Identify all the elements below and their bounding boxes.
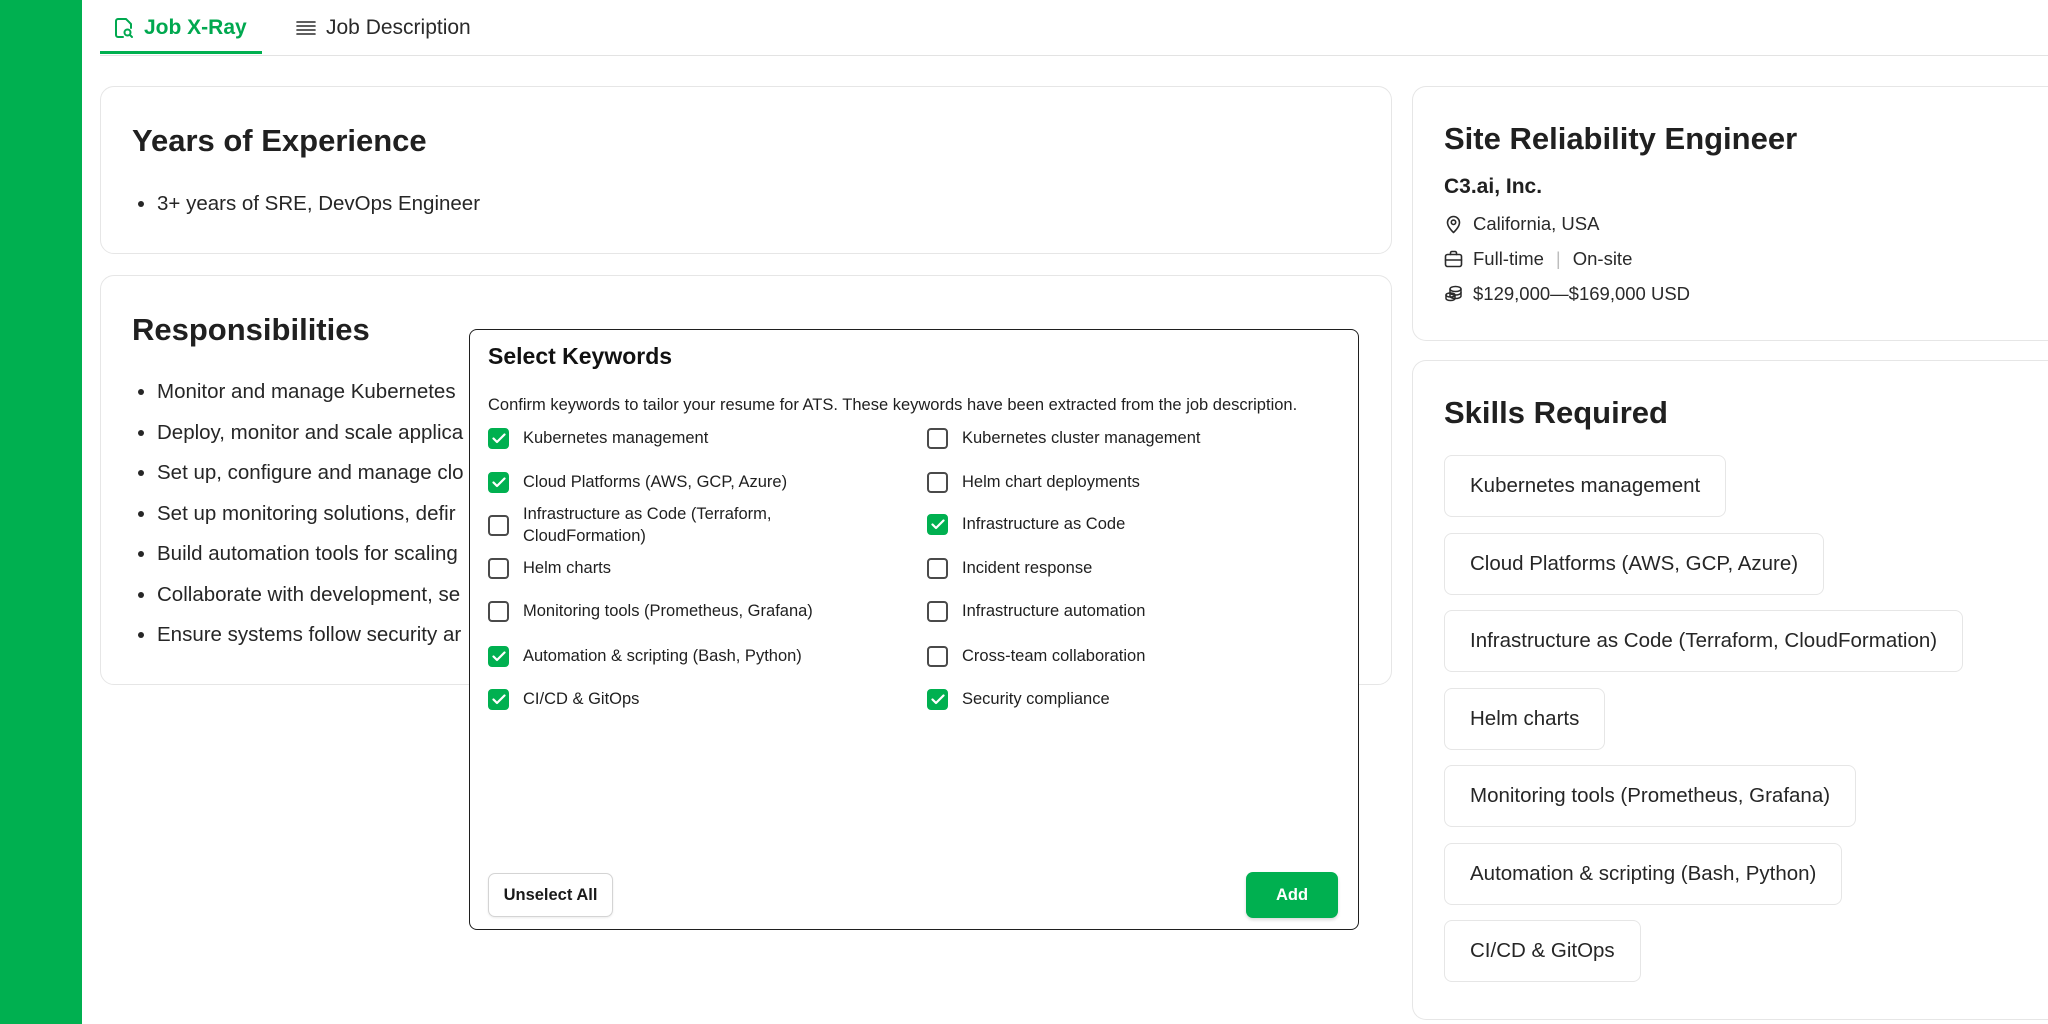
employment-type-text: Full-time (1473, 248, 1544, 269)
list-lines-icon (296, 20, 316, 36)
tab-bar: Job X-Ray Job Description (100, 0, 2048, 56)
experience-card: Years of Experience 3+ years of SRE, Dev… (100, 86, 1392, 254)
checkbox-unchecked-icon[interactable] (927, 427, 948, 449)
keyword-label: Infrastructure as Code (962, 515, 1126, 533)
experience-list: 3+ years of SRE, DevOps Engineer (132, 191, 480, 232)
location-pin-icon (1444, 214, 1463, 234)
work-mode-text: On-site (1572, 248, 1633, 269)
skill-chip: Infrastructure as Code (Terraform, Cloud… (1444, 610, 1964, 672)
checkbox-unchecked-icon[interactable] (488, 514, 509, 536)
skill-chip: Cloud Platforms (AWS, GCP, Azure) (1444, 532, 1825, 595)
keyword-checkbox-item[interactable]: Kubernetes management (488, 427, 708, 449)
skills-card: Skills Required Kubernetes management Cl… (1412, 360, 2048, 1020)
unselect-all-button[interactable]: Unselect All (488, 873, 613, 917)
checkbox-unchecked-icon[interactable] (488, 600, 509, 622)
keyword-checkbox-item[interactable]: Infrastructure as Code (Terraform, Cloud… (488, 503, 818, 547)
job-type: Full-time | On-site (1444, 248, 1632, 270)
keyword-checkbox-item[interactable]: Monitoring tools (Prometheus, Grafana) (488, 600, 813, 622)
list-item: Ensure systems follow security ar (132, 622, 464, 663)
keyword-label: Security compliance (962, 690, 1110, 708)
skill-chip: CI/CD & GitOps (1444, 920, 1641, 982)
briefcase-icon (1444, 250, 1463, 268)
checkbox-unchecked-icon[interactable] (927, 557, 948, 579)
keyword-checkbox-item[interactable]: Automation & scripting (Bash, Python) (488, 645, 802, 667)
keyword-label: Infrastructure automation (962, 602, 1146, 620)
skills-list: Kubernetes management Cloud Platforms (A… (1444, 455, 1964, 998)
list-item: Monitor and manage Kubernetes (132, 379, 464, 420)
keyword-checkbox-item[interactable]: Infrastructure automation (927, 600, 1145, 622)
list-item: Set up, configure and manage clo (132, 460, 464, 501)
checkbox-unchecked-icon[interactable] (927, 471, 948, 493)
keyword-label: Cross-team collaboration (962, 647, 1146, 665)
checkbox-checked-icon[interactable] (927, 513, 948, 535)
keyword-label: Incident response (962, 559, 1093, 577)
keyword-checkbox-item[interactable]: CI/CD & GitOps (488, 688, 639, 710)
list-item: Collaborate with development, se (132, 582, 464, 623)
list-item: Deploy, monitor and scale applica (132, 420, 464, 461)
skills-title: Skills Required (1444, 395, 1668, 430)
tab-job-description-label: Job Description (326, 15, 471, 39)
responsibilities-title: Responsibilities (132, 312, 370, 347)
skill-chip: Automation & scripting (Bash, Python) (1444, 842, 1843, 905)
dialog-description: Confirm keywords to tailor your resume f… (488, 396, 1298, 414)
keyword-checkbox-item[interactable]: Security compliance (927, 688, 1110, 710)
experience-title: Years of Experience (132, 123, 427, 158)
keyword-label: Cloud Platforms (AWS, GCP, Azure) (523, 473, 788, 491)
job-title: Site Reliability Engineer (1444, 121, 1798, 156)
tab-job-xray-label: Job X-Ray (144, 15, 247, 39)
add-button[interactable]: Add (1246, 872, 1338, 918)
checkbox-unchecked-icon[interactable] (927, 600, 948, 622)
checkbox-unchecked-icon[interactable] (488, 557, 509, 579)
company-name: C3.ai, Inc. (1444, 175, 1543, 198)
keyword-checkbox-item[interactable]: Kubernetes cluster management (927, 427, 1200, 449)
skill-chip: Monitoring tools (Prometheus, Grafana) (1444, 765, 1857, 827)
location-text: California, USA (1473, 213, 1600, 234)
keyword-checkbox-item[interactable]: Infrastructure as Code (927, 513, 1125, 535)
keyword-label: Helm charts (523, 559, 612, 577)
keyword-checkbox-item[interactable]: Incident response (927, 557, 1092, 579)
keyword-label: Automation & scripting (Bash, Python) (523, 647, 802, 665)
salary-text: $129,000—$169,000 USD (1473, 283, 1691, 304)
keyword-checkbox-item[interactable]: Cloud Platforms (AWS, GCP, Azure) (488, 471, 787, 493)
checkbox-checked-icon[interactable] (488, 645, 509, 667)
keyword-label: CI/CD & GitOps (523, 690, 640, 708)
coins-icon (1444, 285, 1463, 303)
checkbox-checked-icon[interactable] (488, 427, 509, 449)
keyword-label: Kubernetes cluster management (962, 429, 1201, 447)
checkbox-checked-icon[interactable] (488, 471, 509, 493)
job-summary-card: Site Reliability Engineer C3.ai, Inc. Ca… (1412, 86, 2048, 341)
keyword-checkbox-item[interactable]: Cross-team collaboration (927, 645, 1145, 667)
responsibilities-list: Monitor and manage Kubernetes Deploy, mo… (132, 379, 464, 663)
checkbox-checked-icon[interactable] (488, 688, 509, 710)
job-location: California, USA (1444, 213, 1599, 235)
select-keywords-dialog: Select Keywords Confirm keywords to tail… (469, 329, 1359, 930)
list-item: Set up monitoring solutions, defir (132, 501, 464, 542)
keyword-label: Monitoring tools (Prometheus, Grafana) (523, 602, 813, 620)
left-accent-rail (0, 0, 82, 1024)
meta-separator: | (1555, 248, 1561, 269)
checkbox-checked-icon[interactable] (927, 688, 948, 710)
document-search-icon (114, 17, 134, 39)
keyword-label: Helm chart deployments (962, 473, 1140, 491)
keyword-label: Kubernetes management (523, 429, 709, 447)
keyword-checkbox-item[interactable]: Helm chart deployments (927, 471, 1140, 493)
skill-chip: Helm charts (1444, 687, 1606, 750)
dialog-title: Select Keywords (488, 343, 673, 369)
list-item: 3+ years of SRE, DevOps Engineer (132, 191, 480, 232)
checkbox-unchecked-icon[interactable] (927, 645, 948, 667)
active-tab-indicator (100, 51, 262, 54)
skill-chip: Kubernetes management (1444, 455, 1727, 517)
keyword-label: Infrastructure as Code (Terraform, Cloud… (523, 505, 772, 545)
tab-job-xray[interactable]: Job X-Ray (114, 0, 249, 55)
keyword-checkbox-item[interactable]: Helm charts (488, 557, 611, 579)
list-item: Build automation tools for scaling (132, 541, 464, 582)
job-salary: $129,000—$169,000 USD (1444, 283, 1690, 305)
tab-job-description[interactable]: Job Description (296, 0, 471, 55)
